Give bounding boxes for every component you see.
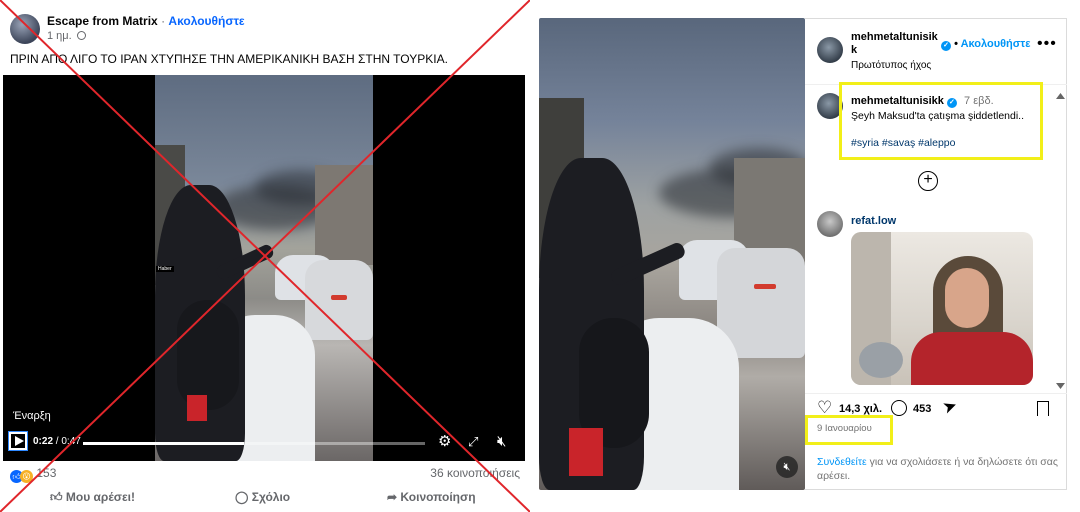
page-avatar[interactable]: [10, 14, 40, 44]
reactions-count[interactable]: 153: [36, 466, 56, 480]
mute-icon[interactable]: 🔇︎: [776, 456, 798, 478]
like-label: Μου αρέσει!: [65, 490, 135, 504]
audio-label[interactable]: Πρωτότυπος ήχος: [851, 60, 931, 71]
video-watermark: Haber: [156, 266, 174, 272]
post-time-label: 1 ημ.: [47, 30, 72, 42]
comment-image[interactable]: [851, 232, 1033, 385]
caption-highlight-box: [839, 82, 1043, 160]
fullscreen-icon[interactable]: ⤢: [468, 434, 478, 449]
share-icon[interactable]: ➤: [940, 395, 960, 419]
login-prompt: Συνδεθείτε για να σχολιάσετε ή να δηλώσε…: [817, 455, 1062, 483]
image-face: [945, 268, 989, 328]
share-icon: ➦: [387, 490, 398, 504]
separator: •: [954, 38, 958, 50]
play-button[interactable]: [8, 431, 28, 451]
comments-scrollbar[interactable]: [1056, 93, 1065, 389]
commenter-avatar[interactable]: [817, 211, 843, 237]
verified-badge-icon: ✓: [941, 41, 951, 51]
progress-fill: [83, 442, 244, 445]
video-time: 0:22 / 0:47: [33, 436, 81, 447]
settings-icon[interactable]: ⚙: [438, 434, 451, 449]
post-header: mehmetaltunisik k ✓ • Ακολουθήστε Πρωτότ…: [805, 19, 1067, 85]
comment-label: Σχόλιο: [251, 490, 291, 504]
post-time[interactable]: 1 ημ.: [47, 30, 86, 42]
more-options-icon[interactable]: •••: [1037, 35, 1057, 53]
save-icon[interactable]: [1037, 401, 1049, 416]
instagram-sidebar: mehmetaltunisik k ✓ • Ακολουθήστε Πρωτότ…: [805, 18, 1067, 490]
comments-count[interactable]: 453: [913, 403, 931, 415]
tail-light: [754, 284, 776, 289]
building: [315, 165, 373, 265]
wow-reaction-icon: 😮︎: [20, 470, 33, 483]
commenter-username[interactable]: refat.low: [851, 215, 896, 227]
duration: 0:47: [61, 436, 81, 447]
separator: ·: [161, 14, 166, 28]
author-username-line1: mehmetaltunisik: [851, 31, 938, 43]
car: [305, 260, 373, 340]
post-actions: 👍︎ Μου αρέσει! ◯ Σχόλιο ➦ Κοινοποίηση: [0, 486, 530, 510]
date-highlight-box: [805, 415, 893, 445]
flag-sticker: [569, 428, 603, 476]
share-button[interactable]: ➦ Κοινοποίηση: [387, 490, 476, 504]
likes-count[interactable]: 14,3 χιλ.: [839, 403, 882, 415]
load-more-comments-icon[interactable]: +: [918, 171, 938, 191]
video-controls: Έναρξη 0:22 / 0:47 ⚙ ⤢ 🔇︎: [3, 380, 525, 461]
post-stats: 👍︎ 😮︎ 153 36 κοινοποιήσεις: [10, 466, 520, 483]
page-name[interactable]: Escape from Matrix: [47, 14, 158, 28]
login-link[interactable]: Συνδεθείτε: [817, 456, 867, 468]
current-time: 0:22: [33, 436, 54, 447]
post-caption: ΠΡΙΝ ΑΠΟ ΛΙΓΟ ΤΟ ΙΡΑΝ ΧΤΥΠΗΣΕ ΤΗΝ ΑΜΕΡΙΚ…: [10, 52, 448, 66]
author-username-line2: k: [851, 44, 858, 56]
scroll-up-arrow[interactable]: [1056, 93, 1065, 99]
scroll-down-arrow[interactable]: [1056, 383, 1065, 389]
shares-count[interactable]: 36 κοινοποιήσεις: [430, 466, 520, 480]
start-label: Έναρξη: [13, 410, 51, 422]
follow-button[interactable]: ✓ • Ακολουθήστε: [941, 38, 1030, 51]
thumbs-up-icon: 👍︎: [50, 490, 63, 504]
globe-icon: [76, 31, 86, 40]
volume-muted-icon[interactable]: 🔇︎: [497, 434, 506, 449]
image-pot: [859, 342, 903, 378]
comment-icon: ◯: [235, 490, 249, 504]
comment-icon[interactable]: [891, 400, 907, 416]
tail-light: [331, 295, 347, 300]
like-button[interactable]: 👍︎ Μου αρέσει!: [50, 490, 135, 505]
follow-label: Ακολουθήστε: [960, 38, 1031, 50]
follow-button[interactable]: Ακολουθήστε: [168, 14, 244, 28]
instagram-video[interactable]: 🔇︎: [539, 18, 805, 490]
video-progress[interactable]: [83, 442, 425, 445]
share-label: Κοινοποίηση: [400, 490, 476, 504]
comment-button[interactable]: ◯ Σχόλιο: [235, 490, 290, 504]
post-header: Escape from Matrix · Ακολουθήστε: [47, 14, 245, 28]
image-sweater: [911, 332, 1033, 385]
author-avatar[interactable]: [817, 37, 843, 63]
facebook-post: Escape from Matrix · Ακολουθήστε 1 ημ. Π…: [0, 0, 530, 512]
